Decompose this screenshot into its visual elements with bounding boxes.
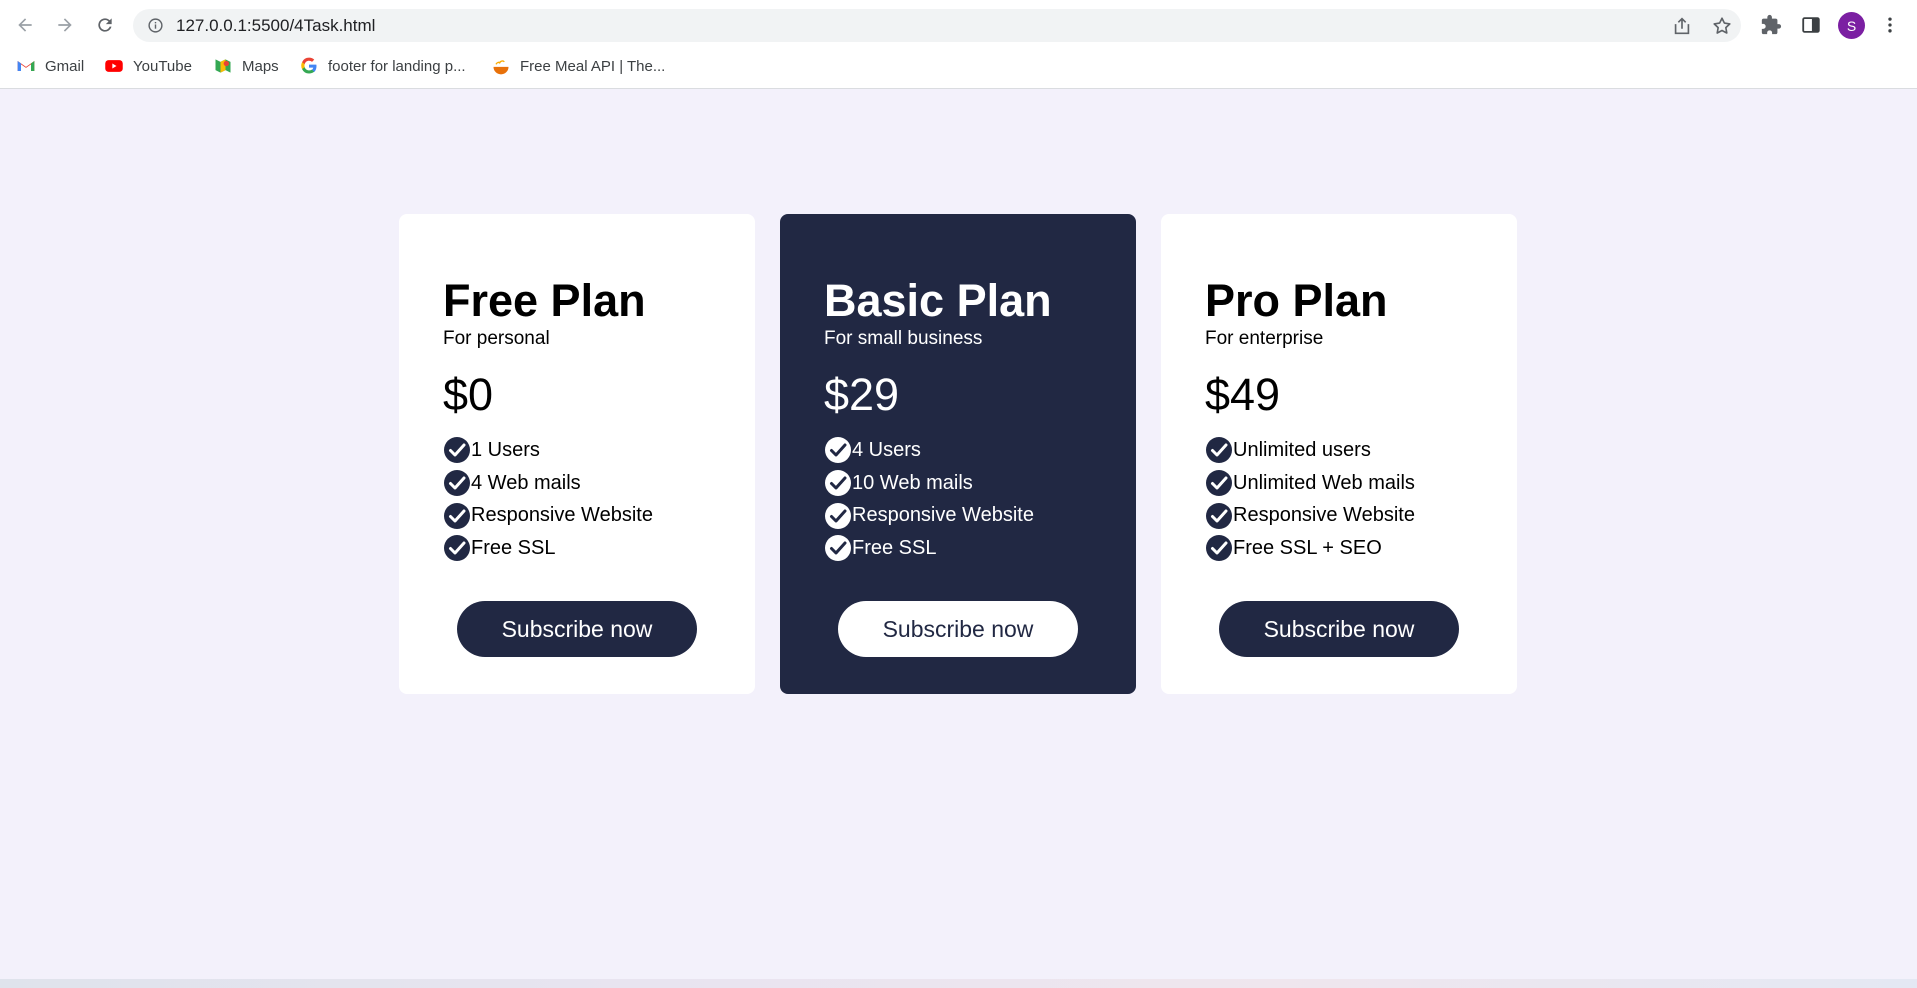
check-circle-icon <box>444 470 470 497</box>
feature-item: Free SSL <box>443 532 653 565</box>
bookmark-label: Maps <box>242 57 279 75</box>
feature-text: Free SSL + SEO <box>1233 536 1382 559</box>
bookmark-label: Gmail <box>45 57 85 75</box>
reload-button[interactable] <box>91 11 119 39</box>
google-icon <box>301 57 317 74</box>
feature-item: Unlimited users <box>1205 434 1415 467</box>
browser-chrome: 127.0.0.1:5500/4Task.html S Gmail YouTub… <box>0 0 1917 89</box>
bookmark-footer[interactable]: footer for landing p... <box>299 56 466 76</box>
plan-card-basic: Basic Plan For small business $29 4 User… <box>780 214 1136 694</box>
check-circle-icon <box>1206 502 1232 529</box>
feature-item: Free SSL + SEO <box>1205 532 1415 565</box>
taskbar-edge <box>0 979 1917 988</box>
feature-text: Free SSL <box>852 536 937 559</box>
check-circle-icon <box>444 535 470 562</box>
url-text[interactable]: 127.0.0.1:5500/4Task.html <box>176 17 375 35</box>
bookmark-star-icon[interactable] <box>1711 15 1733 37</box>
back-button[interactable] <box>11 11 39 39</box>
plan-subtitle: For enterprise <box>1205 328 1324 349</box>
check-circle-icon <box>825 502 851 529</box>
toolbar: 127.0.0.1:5500/4Task.html S <box>0 0 1917 50</box>
check-circle-icon <box>825 437 851 464</box>
bookmark-gmail[interactable]: Gmail <box>16 56 84 76</box>
feature-text: 10 Web mails <box>852 471 973 494</box>
arrow-right-icon <box>58 18 72 32</box>
bookmark-meal-api[interactable]: Free Meal API | The... <box>491 56 665 76</box>
feature-text: 4 Web mails <box>471 471 581 494</box>
plan-price: $29 <box>824 369 900 420</box>
feature-item: 4 Users <box>824 434 1034 467</box>
feature-text: Unlimited users <box>1233 438 1371 461</box>
feature-text: Free SSL <box>471 536 556 559</box>
feature-item: Free SSL <box>824 532 1034 565</box>
bookmark-maps[interactable]: Maps <box>213 56 279 76</box>
plan-title: Pro Plan <box>1205 275 1388 326</box>
plan-card-free: Free Plan For personal $0 1 Users 4 Web … <box>399 214 755 694</box>
feature-list: 1 Users 4 Web mails Responsive Website F… <box>443 434 653 565</box>
reload-icon <box>98 18 112 32</box>
plan-price: $49 <box>1205 369 1281 420</box>
info-icon[interactable] <box>147 17 164 34</box>
feature-item: Unlimited Web mails <box>1205 467 1415 500</box>
check-circle-icon <box>444 502 470 529</box>
plan-price: $0 <box>443 369 494 420</box>
bookmark-label: footer for landing p... <box>328 57 466 75</box>
youtube-icon <box>105 60 123 72</box>
check-circle-icon <box>444 437 470 464</box>
feature-text: Unlimited Web mails <box>1233 471 1415 494</box>
feature-item: 4 Web mails <box>443 467 653 500</box>
feature-text: Responsive Website <box>1233 504 1415 527</box>
bookmark-youtube[interactable]: YouTube <box>104 56 192 76</box>
gmail-icon <box>17 61 35 71</box>
side-panel-icon[interactable] <box>1800 14 1822 36</box>
plan-card-pro: Pro Plan For enterprise $49 Unlimited us… <box>1161 214 1517 694</box>
subscribe-button[interactable]: Subscribe now <box>1219 601 1459 657</box>
feature-item: 10 Web mails <box>824 467 1034 500</box>
plan-title: Free Plan <box>443 275 646 326</box>
maps-icon <box>215 59 231 73</box>
address-bar[interactable]: 127.0.0.1:5500/4Task.html <box>133 9 1741 42</box>
plan-subtitle: For small business <box>824 328 983 349</box>
check-circle-icon <box>825 470 851 497</box>
feature-item: Responsive Website <box>443 499 653 532</box>
extensions-puzzle-icon[interactable] <box>1760 14 1782 36</box>
bookmark-label: YouTube <box>133 57 192 75</box>
feature-text: 4 Users <box>852 438 921 461</box>
check-circle-icon <box>825 535 851 562</box>
feature-list: Unlimited users Unlimited Web mails Resp… <box>1205 434 1415 565</box>
feature-item: 1 Users <box>443 434 653 467</box>
subscribe-button[interactable]: Subscribe now <box>457 601 697 657</box>
profile-avatar[interactable]: S <box>1838 12 1865 39</box>
feature-text: Responsive Website <box>471 504 653 527</box>
share-icon[interactable] <box>1671 15 1693 37</box>
feature-item: Responsive Website <box>1205 499 1415 532</box>
plan-subtitle: For personal <box>443 328 550 349</box>
feature-list: 4 Users 10 Web mails Responsive Website … <box>824 434 1034 565</box>
bookmark-label: Free Meal API | The... <box>520 57 666 75</box>
feature-text: 1 Users <box>471 438 540 461</box>
check-circle-icon <box>1206 470 1232 497</box>
feature-item: Responsive Website <box>824 499 1034 532</box>
arrow-left-icon <box>18 18 32 32</box>
subscribe-button[interactable]: Subscribe now <box>838 601 1078 657</box>
bookmarks-bar: Gmail YouTube Maps footer for landing p.… <box>0 50 1917 82</box>
check-circle-icon <box>1206 535 1232 562</box>
plan-title: Basic Plan <box>824 275 1052 326</box>
check-circle-icon <box>1206 437 1232 464</box>
feature-text: Responsive Website <box>852 504 1034 527</box>
forward-button[interactable] <box>51 11 79 39</box>
meal-icon <box>493 60 509 75</box>
more-menu-icon[interactable] <box>1880 14 1900 36</box>
